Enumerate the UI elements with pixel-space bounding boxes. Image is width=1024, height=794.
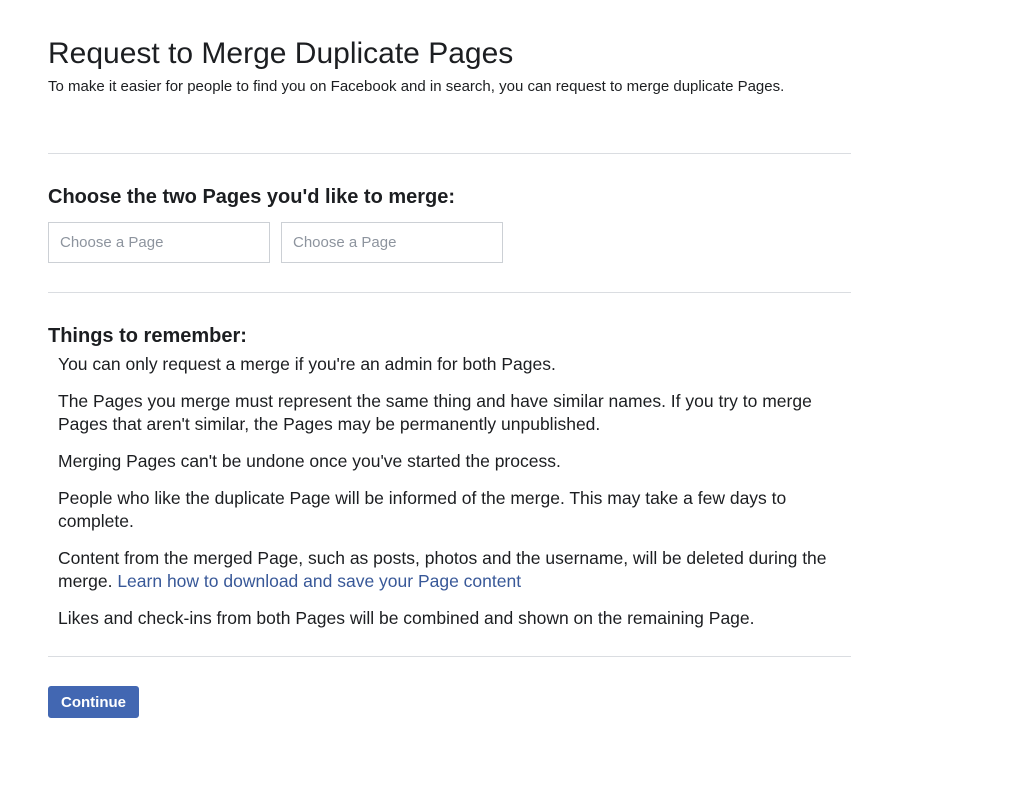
page-pickers [48,222,851,263]
list-item: Likes and check-ins from both Pages will… [58,607,851,630]
choose-pages-heading: Choose the two Pages you'd like to merge… [48,186,456,208]
list-item-text: The Pages you merge must represent the s… [58,391,812,434]
remember-list: You can only request a merge if you're a… [48,353,851,630]
main-content: Request to Merge Duplicate Pages To make… [48,36,851,718]
list-item-text: Likes and check-ins from both Pages will… [58,608,755,628]
choose-pages-section: Choose the two Pages you'd like to merge… [48,154,851,263]
things-to-remember-heading: Things to remember: [48,325,247,347]
list-item: You can only request a merge if you're a… [58,353,851,376]
merge-pages-page: Request to Merge Duplicate Pages To make… [0,0,1024,794]
page-subtitle: To make it easier for people to find you… [48,78,785,95]
download-page-content-link[interactable]: Learn how to download and save your Page… [117,571,521,591]
page-title: Request to Merge Duplicate Pages [48,37,514,70]
list-item: The Pages you merge must represent the s… [58,390,851,436]
list-item-text: Merging Pages can't be undone once you'v… [58,451,561,471]
continue-button[interactable]: Continue [48,686,139,718]
list-item: Content from the merged Page, such as po… [58,547,851,593]
things-to-remember-section: Things to remember: You can only request… [48,293,851,656]
list-item: Merging Pages can't be undone once you'v… [58,450,851,473]
first-page-input[interactable] [48,222,270,263]
divider [48,656,851,657]
list-item-text: You can only request a merge if you're a… [58,354,556,374]
second-page-input[interactable] [281,222,503,263]
list-item-text: People who like the duplicate Page will … [58,488,787,531]
list-item: People who like the duplicate Page will … [58,487,851,533]
